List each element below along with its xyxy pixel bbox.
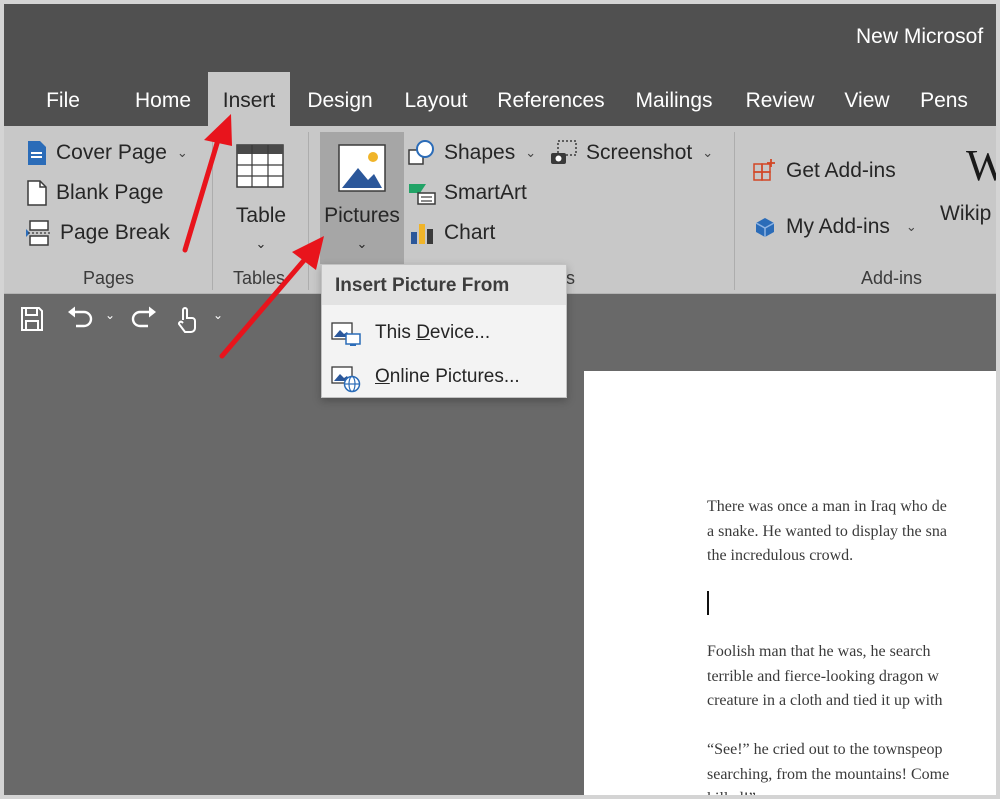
my-addins-label: My Add-ins — [786, 215, 890, 238]
undo-icon[interactable] — [66, 306, 94, 332]
word-window: New Microsof File Home Insert Design Lay… — [0, 0, 1000, 799]
access-key: D — [416, 322, 430, 343]
text-line: Foolish man that he was, he search — [707, 643, 931, 660]
menu-header: Insert Picture From — [322, 265, 566, 305]
text-line: killed!” — [707, 790, 756, 799]
chevron-down-icon: ⌄ — [905, 219, 917, 234]
group-separator — [734, 132, 735, 290]
page-break-icon — [26, 220, 50, 246]
get-addins-button[interactable]: Get Add-ins — [752, 154, 896, 188]
group-separator — [308, 132, 309, 290]
touch-mode-icon[interactable] — [174, 306, 198, 334]
tab-layout[interactable]: Layout — [394, 72, 478, 128]
tab-insert[interactable]: Insert — [208, 72, 290, 128]
tab-home[interactable]: Home — [124, 72, 202, 128]
paragraph-2: Foolish man that he was, he search terrib… — [707, 640, 942, 714]
text-line: searching, from the mountains! Come — [707, 765, 950, 783]
text-line: the incredulous crowd. — [707, 547, 854, 564]
wikipedia-label: Wikip — [940, 202, 992, 225]
paragraph-3: “See!” he cried out to the townspeop sear… — [707, 738, 950, 799]
tab-file[interactable]: File — [34, 72, 92, 128]
chart-label: Chart — [444, 221, 496, 244]
tab-mailings[interactable]: Mailings — [624, 72, 724, 128]
chart-button[interactable]: Chart — [408, 216, 495, 250]
chevron-down-icon: ⌄ — [525, 145, 537, 160]
text-line: “See!” he cried out to the townspeop — [707, 741, 943, 758]
text-cursor — [707, 591, 709, 615]
group-label-pages: Pages — [83, 268, 135, 288]
group-separator — [212, 132, 213, 290]
online-pictures-menu-item[interactable]: Online Pictures... — [322, 355, 566, 399]
label-part: This — [375, 322, 417, 343]
this-device-label: This Device... — [375, 322, 490, 344]
label-part: nline Pictures... — [389, 366, 520, 387]
text-line: creature in a cloth and tied it up with — [707, 692, 943, 709]
online-pictures-icon — [331, 366, 361, 393]
screenshot-icon — [551, 140, 577, 164]
shapes-label: Shapes — [444, 141, 516, 164]
chevron-down-icon: ⌄ — [702, 145, 714, 160]
chevron-down-icon[interactable]: ⌄ — [105, 308, 115, 322]
access-key: O — [375, 366, 390, 387]
document-title: New Microsof — [856, 25, 984, 48]
pictures-label: Pictures — [324, 204, 400, 227]
table-icon — [236, 144, 284, 188]
smartart-button[interactable]: SmartArt — [408, 176, 527, 210]
online-pictures-label: Online Pictures... — [375, 366, 520, 388]
tab-review[interactable]: Review — [738, 72, 822, 128]
table-label: Table — [235, 204, 287, 227]
shapes-button[interactable]: Shapes ⌄ — [408, 136, 536, 170]
tab-view[interactable]: View — [834, 72, 900, 128]
cover-page-button[interactable]: Cover Page ⌄ — [26, 136, 188, 170]
my-addins-button[interactable]: My Add-ins ⌄ — [752, 210, 917, 244]
redo-icon[interactable] — [130, 306, 158, 332]
tab-references[interactable]: References — [490, 72, 612, 128]
chevron-down-icon: ⌄ — [356, 236, 368, 251]
chevron-down-icon[interactable]: ⌄ — [213, 308, 223, 322]
text-line: a snake. He wanted to display the sna — [707, 522, 947, 540]
get-addins-icon — [753, 159, 775, 181]
blank-page-label: Blank Page — [56, 181, 164, 204]
tab-design[interactable]: Design — [298, 72, 382, 128]
group-label-illustrations: s — [566, 268, 575, 288]
wikipedia-button[interactable]: W Wikip — [936, 140, 996, 250]
save-icon[interactable] — [20, 306, 44, 332]
pictures-icon — [338, 144, 386, 192]
table-button[interactable]: Table ⌄ — [220, 132, 302, 262]
my-addins-icon — [755, 218, 775, 237]
chevron-down-icon: ⌄ — [176, 145, 188, 160]
blank-page-button[interactable]: Blank Page — [26, 176, 163, 210]
tab-pens[interactable]: Pens — [912, 72, 976, 128]
chart-icon — [411, 224, 433, 244]
insert-picture-menu: Insert Picture From This Device... Onlin… — [321, 264, 567, 398]
screenshot-label: Screenshot — [586, 141, 693, 164]
cover-page-icon — [28, 141, 46, 165]
blank-page-icon — [27, 180, 47, 206]
this-device-icon — [331, 322, 361, 346]
text-line: There was once a man in Iraq who de — [707, 498, 947, 515]
text-line: terrible and fierce-looking dragon w — [707, 667, 939, 685]
pictures-button[interactable]: Pictures ⌄ — [320, 132, 404, 264]
page-break-label: Page Break — [60, 221, 170, 244]
smartart-label: SmartArt — [444, 181, 527, 204]
chevron-down-icon: ⌄ — [255, 236, 267, 251]
wikipedia-icon: W — [966, 140, 996, 191]
screenshot-button[interactable]: Screenshot ⌄ — [550, 136, 713, 170]
group-label-tables: Tables — [233, 268, 286, 288]
cover-page-label: Cover Page — [56, 141, 167, 164]
smartart-icon — [409, 184, 436, 205]
title-bar: New Microsof File Home Insert Design Lay… — [4, 4, 996, 128]
this-device-menu-item[interactable]: This Device... — [322, 311, 566, 355]
page-break-button[interactable]: Page Break — [26, 216, 170, 250]
paragraph-1: There was once a man in Iraq who de a sna… — [707, 495, 947, 569]
group-label-addins: Add-ins — [861, 268, 923, 288]
get-addins-label: Get Add-ins — [786, 159, 896, 182]
label-part: evice... — [429, 322, 491, 343]
document-page[interactable]: There was once a man in Iraq who de a sna… — [584, 371, 996, 799]
shapes-icon — [408, 140, 434, 165]
